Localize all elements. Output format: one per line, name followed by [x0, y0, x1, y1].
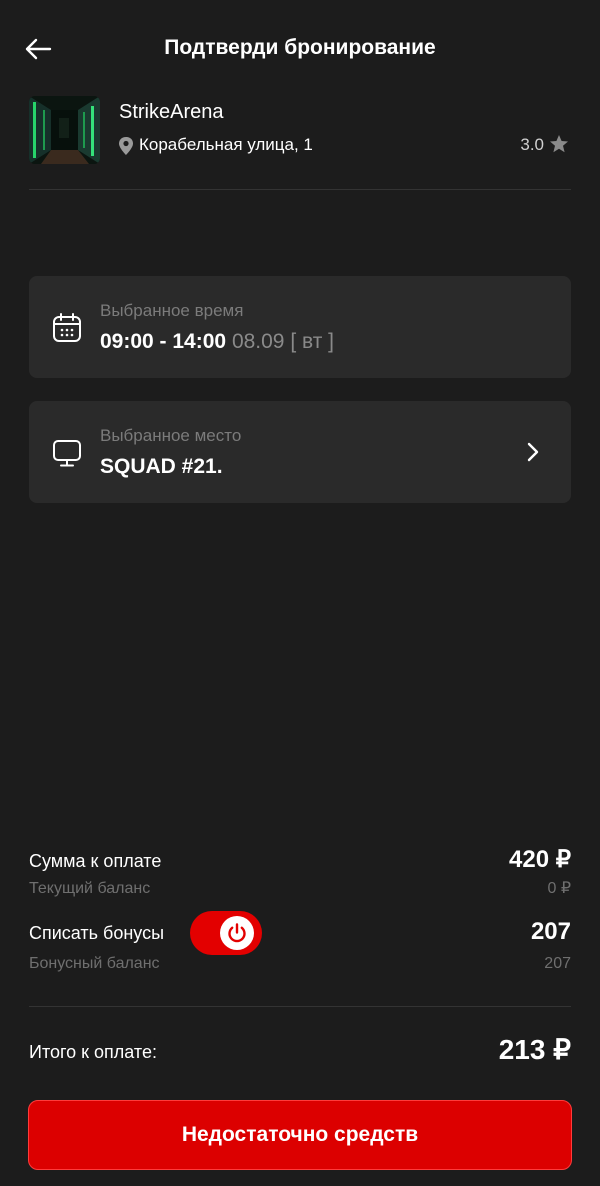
divider	[29, 189, 571, 190]
insufficient-funds-button[interactable]: Недостаточно средств	[28, 1100, 572, 1170]
time-range: 09:00 - 14:00	[100, 330, 227, 353]
time-label: Выбранное время	[100, 301, 244, 320]
power-icon	[228, 923, 246, 943]
chevron-right-icon	[527, 442, 539, 462]
bonus-balance-value: 207	[544, 955, 571, 972]
bonus-balance-label: Бонусный баланс	[29, 955, 160, 972]
venue-name: StrikeArena	[119, 101, 224, 123]
weekday: [ вт ]	[290, 330, 334, 353]
venue-address: Корабельная улица, 1	[139, 135, 313, 154]
bonus-toggle[interactable]	[190, 911, 262, 955]
total-value: 213 ₽	[498, 1034, 571, 1065]
location-pin-icon	[119, 137, 133, 155]
seat-label: Выбранное место	[100, 426, 242, 445]
time-value: 09:00 - 14:00 08.09 [ вт ]	[100, 328, 334, 356]
page-title: Подтверди бронирование	[164, 36, 436, 59]
monitor-icon	[53, 440, 81, 467]
star-icon	[550, 135, 568, 153]
calendar-icon	[53, 313, 81, 342]
divider	[29, 1006, 571, 1007]
venue-thumbnail	[29, 96, 100, 164]
sum-label: Сумма к оплате	[29, 851, 162, 871]
venue-rating: 3.0	[520, 135, 544, 154]
bonus-label: Списать бонусы	[29, 923, 165, 943]
toggle-knob	[220, 916, 254, 950]
balance-value: 0 ₽	[547, 880, 571, 897]
bonus-value: 207	[530, 918, 571, 945]
selected-seat-card[interactable]: Выбранное место SQUAD #21.	[29, 401, 571, 503]
selected-time-card: Выбранное время 09:00 - 14:00 08.09 [ вт…	[29, 276, 571, 378]
date: 08.09	[231, 330, 285, 353]
total-label: Итого к оплате:	[29, 1042, 157, 1062]
sum-value: 420 ₽	[509, 846, 571, 873]
balance-label: Текущий баланс	[29, 880, 151, 897]
seat-value: SQUAD #21.	[100, 455, 223, 478]
